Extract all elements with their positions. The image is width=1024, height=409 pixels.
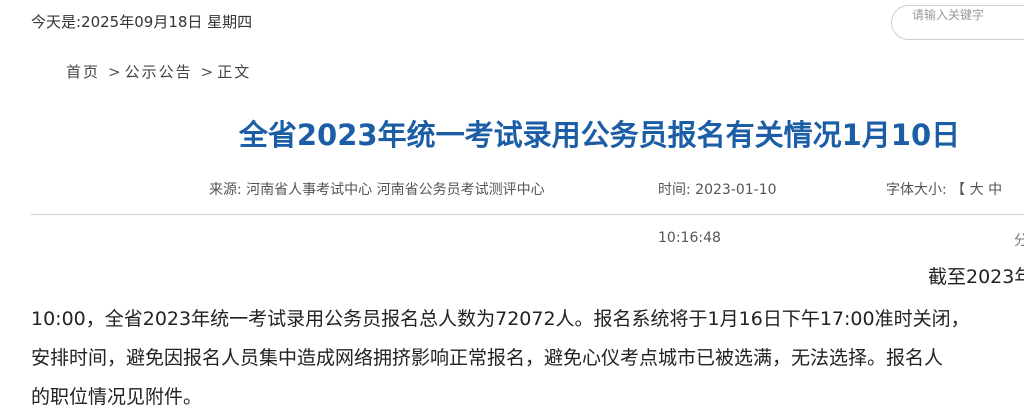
search-input[interactable] <box>912 6 1022 24</box>
breadcrumb-separator: > <box>108 63 123 81</box>
breadcrumb-home[interactable]: 首页 <box>66 63 100 81</box>
breadcrumb: 首页 > 公示公告 > 正文 <box>66 61 251 82</box>
font-size-bracket: 【 <box>951 182 966 198</box>
breadcrumb-current: 正文 <box>217 63 252 81</box>
font-size-control: 字体大小: 【 大 中 <box>886 179 1002 199</box>
publish-date: 2023-01-10 <box>695 182 777 198</box>
divider <box>31 214 1024 215</box>
article-body-line: 安排时间，避免因报名人员集中造成网络拥挤影响正常报名，避免心仪考点城市已被选满，… <box>31 347 944 369</box>
article-body-line: 10:00，全省2023年统一考试录用公务员报名总人数为72072人。报名系统将… <box>31 308 970 330</box>
breadcrumb-separator: > <box>200 63 216 81</box>
article-body-line: 的职位情况见附件。 <box>31 386 203 408</box>
current-date: 今天是:2025年09月18日 星期四 <box>31 13 253 31</box>
font-size-medium[interactable]: 中 <box>988 182 1002 198</box>
article-source: 来源: 河南省人事考试中心 河南省公务员考试测评中心 <box>209 179 545 199</box>
font-size-large[interactable]: 大 <box>970 182 984 198</box>
article-title: 全省2023年统一考试录用公务员报名有关情况1月10日 <box>238 118 961 152</box>
font-size-label: 字体大小: <box>886 182 947 198</box>
source-label: 来源: <box>209 182 242 198</box>
publish-time: 10:16:48 <box>658 230 721 246</box>
breadcrumb-announcements[interactable]: 公示公告 <box>125 63 193 81</box>
share-label: 分 <box>1014 233 1024 249</box>
article-time: 时间: 2023-01-10 <box>658 179 777 199</box>
time-label: 时间: <box>658 182 691 198</box>
source-value: 河南省人事考试中心 河南省公务员考试测评中心 <box>246 182 545 198</box>
article-body-line: 截至2023年 <box>928 266 1024 288</box>
search-box[interactable] <box>891 5 1024 40</box>
